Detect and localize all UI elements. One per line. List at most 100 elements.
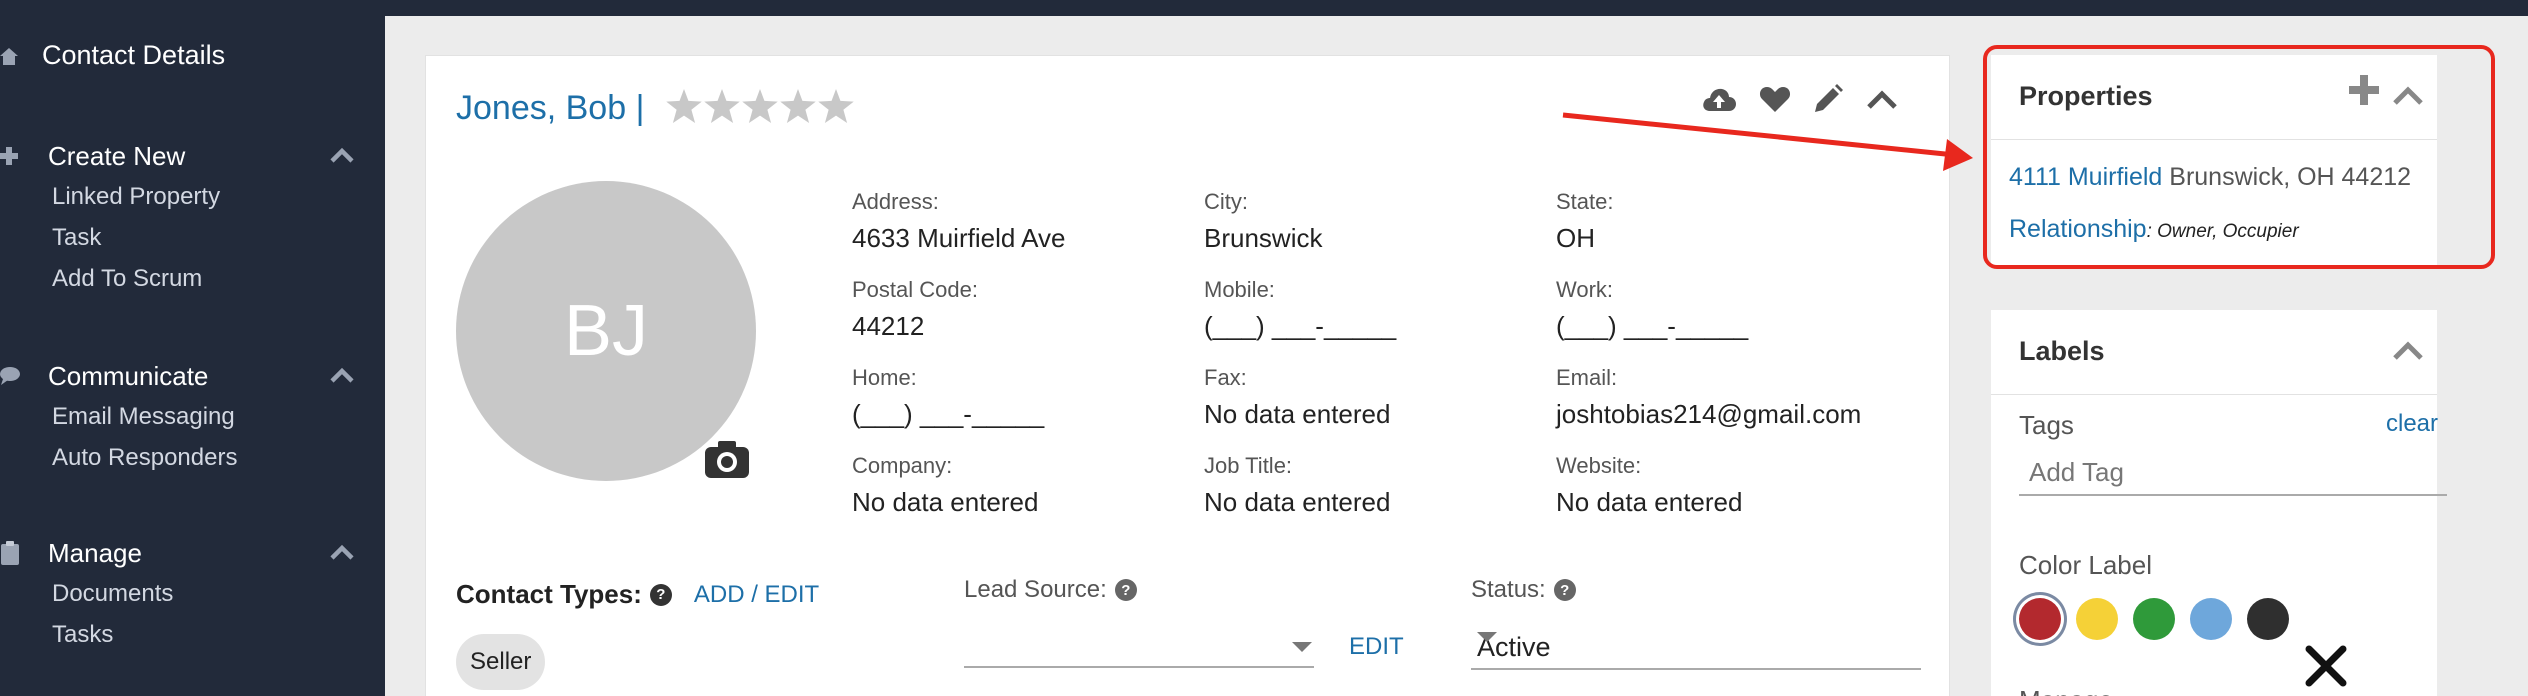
lead-source: Lead Source: ? EDIT xyxy=(964,576,1404,668)
field-label: Home: xyxy=(852,365,917,390)
field-fax: Fax: No data entered xyxy=(1204,365,1390,430)
annotation-arrow xyxy=(1562,112,1973,171)
status-label-row: Status: ? xyxy=(1471,576,1576,604)
field-label: Job Title: xyxy=(1204,453,1293,478)
status-select[interactable]: Active xyxy=(1471,626,1921,670)
field-city: City: Brunswick xyxy=(1204,189,1322,254)
field-work: Work: (___) ___-_____ xyxy=(1556,277,1748,342)
chevron-up-icon[interactable] xyxy=(329,543,355,566)
clear-tags-link[interactable]: clear xyxy=(2386,410,2438,438)
status: Status: ? Active xyxy=(1471,576,1921,670)
field-label: City: xyxy=(1204,189,1248,214)
add-edit-contact-types-link[interactable]: ADD / EDIT xyxy=(694,581,819,609)
field-label: Website: xyxy=(1556,453,1642,478)
chevron-up-icon[interactable] xyxy=(329,146,355,169)
field-website: Website: No data entered xyxy=(1556,453,1742,518)
field-value[interactable]: OH xyxy=(1556,223,1613,254)
star-icon[interactable] xyxy=(704,89,740,123)
star-icon[interactable] xyxy=(666,89,702,123)
help-icon[interactable]: ? xyxy=(1114,579,1137,601)
field-value[interactable]: joshtobias214@gmail.com xyxy=(1556,399,1861,430)
chevron-up-icon[interactable] xyxy=(329,366,355,389)
field-label: State: xyxy=(1556,189,1614,214)
field-value[interactable]: 4633 Muirfield Ave xyxy=(852,223,1065,254)
add-tag-input[interactable] xyxy=(2019,450,2447,496)
color-swatch-green[interactable] xyxy=(2133,598,2175,640)
caret-down-icon xyxy=(1292,642,1312,652)
caret-down-icon xyxy=(1477,632,1497,642)
field-value[interactable]: (___) ___-_____ xyxy=(1204,311,1396,342)
avatar: BJ xyxy=(456,181,756,481)
contact-types: Contact Types: ? ADD / EDIT xyxy=(456,579,819,610)
lead-source-select[interactable] xyxy=(964,626,1314,668)
sidebar-section-create-new: Create New Linked Property Task Add To S… xyxy=(0,136,385,299)
field-label: Mobile: xyxy=(1204,277,1275,302)
labels-header: Labels xyxy=(1991,310,2437,395)
field-value[interactable]: 44212 xyxy=(852,311,978,342)
color-swatch-yellow[interactable] xyxy=(2076,598,2118,640)
color-label-title: Color Label xyxy=(2019,550,2152,580)
sidebar-item-label: Contact Details xyxy=(42,40,226,70)
field-label: Postal Code: xyxy=(852,277,978,302)
contact-types-label: Contact Types: xyxy=(456,579,642,609)
chat-icon xyxy=(0,362,28,390)
top-bar xyxy=(385,0,2528,16)
help-icon[interactable]: ? xyxy=(1553,579,1576,601)
field-address: Address: 4633 Muirfield Ave xyxy=(852,189,1065,254)
field-postal-code: Postal Code: 44212 xyxy=(852,277,978,342)
lead-source-label-row: Lead Source: ? xyxy=(964,576,1137,604)
color-swatches xyxy=(2019,598,2289,640)
sidebar-item-linked-property[interactable]: Linked Property xyxy=(52,176,385,217)
field-value[interactable]: No data entered xyxy=(1204,487,1390,518)
sidebar: Contact Details Create New Linked Proper… xyxy=(0,0,385,696)
sidebar-item-contact-details[interactable]: Contact Details xyxy=(0,40,225,71)
sidebar-item-email-messaging[interactable]: Email Messaging xyxy=(52,396,385,437)
field-value[interactable]: (___) ___-_____ xyxy=(852,399,1044,430)
star-icon[interactable] xyxy=(780,89,816,123)
color-swatch-blue[interactable] xyxy=(2190,598,2232,640)
annotation-highlight-box xyxy=(1983,45,2495,269)
star-rating[interactable] xyxy=(666,89,854,123)
field-value[interactable]: (___) ___-_____ xyxy=(1556,311,1748,342)
field-value[interactable]: Brunswick xyxy=(1204,223,1322,254)
sidebar-item-auto-responders[interactable]: Auto Responders xyxy=(52,437,385,478)
field-email: Email: joshtobias214@gmail.com xyxy=(1556,365,1861,430)
lead-source-label: Lead Source: xyxy=(964,576,1107,603)
field-label: Work: xyxy=(1556,277,1614,302)
camera-icon[interactable] xyxy=(704,439,750,484)
field-home: Home: (___) ___-_____ xyxy=(852,365,1044,430)
help-icon[interactable]: ? xyxy=(649,583,672,606)
field-mobile: Mobile: (___) ___-_____ xyxy=(1204,277,1396,342)
sidebar-section-header[interactable]: Create New xyxy=(0,136,385,176)
star-icon[interactable] xyxy=(818,89,854,123)
star-icon[interactable] xyxy=(742,89,778,123)
labels-title: Labels xyxy=(2019,336,2105,366)
chevron-up-icon[interactable] xyxy=(2391,338,2425,367)
avatar-initials: BJ xyxy=(563,291,649,371)
field-value[interactable]: No data entered xyxy=(1204,399,1390,430)
section-title: Manage xyxy=(48,537,142,568)
sidebar-section-header[interactable]: Manage xyxy=(0,533,385,573)
plus-icon xyxy=(0,142,28,170)
contact-type-chip[interactable]: Seller xyxy=(456,634,546,690)
field-label: Address: xyxy=(852,189,939,214)
section-title: Communicate xyxy=(48,360,209,391)
sidebar-item-task[interactable]: Task xyxy=(52,217,385,258)
field-company: Company: No data entered xyxy=(852,453,1038,518)
field-state: State: OH xyxy=(1556,189,1613,254)
field-label: Company: xyxy=(852,453,953,478)
sidebar-section-header[interactable]: Communicate xyxy=(0,356,385,396)
field-job-title: Job Title: No data entered xyxy=(1204,453,1390,518)
field-value[interactable]: No data entered xyxy=(1556,487,1742,518)
sidebar-item-add-to-scrum[interactable]: Add To Scrum xyxy=(52,258,385,299)
close-x-icon[interactable] xyxy=(2303,643,2349,689)
sidebar-item-documents[interactable]: Documents xyxy=(52,573,385,614)
contact-name[interactable]: Jones, Bob | xyxy=(456,89,644,128)
field-value[interactable]: No data entered xyxy=(852,487,1038,518)
lead-source-edit-link[interactable]: EDIT xyxy=(1349,633,1404,661)
color-swatch-black[interactable] xyxy=(2247,598,2289,640)
sidebar-item-tasks[interactable]: Tasks xyxy=(52,614,385,655)
color-swatch-red[interactable] xyxy=(2019,598,2061,640)
tags-label: Tags xyxy=(2019,410,2074,440)
manage-label-partial: Manage xyxy=(2019,685,2113,696)
